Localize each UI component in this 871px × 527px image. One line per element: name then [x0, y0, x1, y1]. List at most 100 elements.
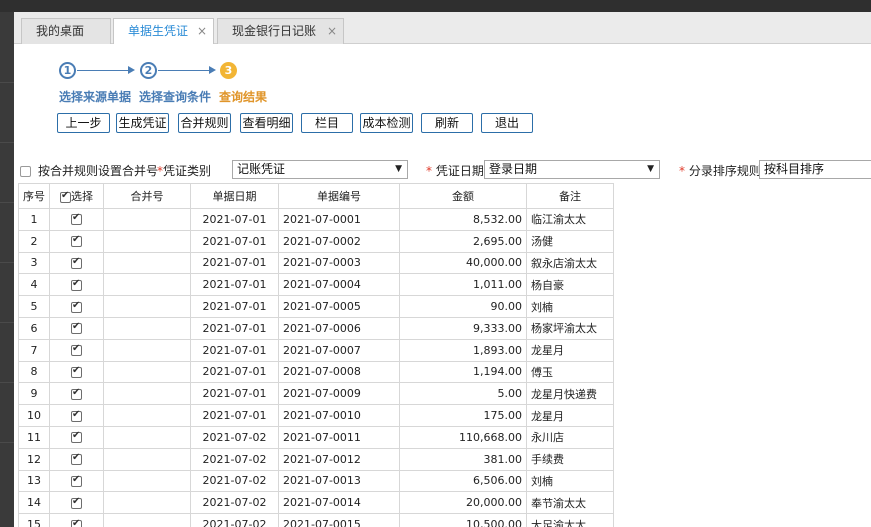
cell-note: 龙星月 [526, 404, 614, 427]
chevron-down-icon: ▼ [395, 164, 402, 174]
row-select-checkbox[interactable] [71, 365, 82, 378]
row-select-checkbox[interactable] [71, 321, 82, 335]
cell-seq: 1 [18, 208, 50, 231]
table-row[interactable]: 3 2021-07-012021-07-000340,000.00叙永店渝太太 [18, 251, 614, 275]
cell-select[interactable] [49, 208, 104, 231]
cell-select[interactable] [49, 425, 104, 449]
cell-doc-date: 2021-07-01 [190, 382, 279, 406]
cost-check-button[interactable]: 成本检测 [360, 113, 413, 133]
merge-rule-button[interactable]: 合并规则 [178, 113, 231, 133]
cell-seq: 14 [18, 491, 50, 515]
tab-document-to-voucher[interactable]: 单据生凭证 × [113, 18, 214, 45]
row-select-checkbox[interactable] [71, 234, 82, 248]
voucher-date-value: 登录日期 [489, 162, 538, 176]
voucher-date-select[interactable]: 登录日期 ▼ [484, 160, 660, 179]
select-all-checkbox[interactable] [60, 190, 71, 203]
main-content: 1 2 3 选择来源单据 选择查询条件 查询结果 上一步 生成凭证 合并规则 查… [14, 44, 871, 527]
cell-note: 傅玉 [526, 360, 614, 384]
close-icon[interactable]: × [197, 19, 207, 43]
merge-rule-checkbox[interactable] [20, 166, 31, 177]
generate-voucher-button[interactable]: 生成凭证 [116, 113, 169, 133]
cell-merge-no [103, 360, 191, 384]
voucher-type-label: *凭证类别 [157, 162, 211, 179]
table-row[interactable]: 5 2021-07-012021-07-000590.00刘楠 [18, 295, 614, 318]
table-row[interactable]: 2 2021-07-012021-07-00022,695.00汤健 [18, 229, 614, 253]
arrow-right-icon [128, 66, 135, 74]
cell-select[interactable] [49, 469, 104, 493]
table-row[interactable]: 14 2021-07-022021-07-001420,000.00奉节渝太太 [18, 491, 614, 515]
cell-select[interactable] [49, 382, 104, 406]
cell-merge-no [103, 425, 191, 449]
row-select-checkbox[interactable] [71, 409, 82, 422]
cell-doc-no: 2021-07-0003 [278, 251, 400, 275]
table-row[interactable]: 10 2021-07-012021-07-0010175.00龙星月 [18, 404, 614, 427]
cell-merge-no [103, 316, 191, 340]
voucher-type-select[interactable]: 记账凭证 ▼ [232, 160, 408, 179]
column-header-select[interactable]: 选择 [49, 183, 104, 209]
cell-doc-date: 2021-07-02 [190, 513, 279, 527]
cell-amount: 175.00 [399, 404, 527, 427]
cell-doc-no: 2021-07-0010 [278, 404, 400, 427]
column-header-select-label: 选择 [71, 190, 93, 203]
table-row[interactable]: 9 2021-07-012021-07-00095.00龙星月快递费 [18, 382, 614, 406]
table-row[interactable]: 13 2021-07-022021-07-00136,506.00刘楠 [18, 469, 614, 493]
row-select-checkbox[interactable] [71, 430, 82, 444]
cell-select[interactable] [49, 316, 104, 340]
cell-select[interactable] [49, 360, 104, 384]
voucher-type-label-text: 凭证类别 [163, 164, 212, 178]
cell-seq: 15 [18, 513, 50, 527]
cell-select[interactable] [49, 273, 104, 297]
exit-button[interactable]: 退出 [481, 113, 533, 133]
row-select-checkbox[interactable] [71, 496, 82, 509]
row-select-checkbox[interactable] [71, 343, 82, 357]
cell-seq: 13 [18, 469, 50, 493]
row-select-checkbox[interactable] [71, 256, 82, 269]
columns-button[interactable]: 栏目 [301, 113, 353, 133]
table-row[interactable]: 11 2021-07-022021-07-0011110,668.00永川店 [18, 425, 614, 449]
tab-cash-bank-journal[interactable]: 现金银行日记账 × [217, 18, 344, 44]
table-row[interactable]: 4 2021-07-012021-07-00041,011.00杨自豪 [18, 273, 614, 297]
refresh-button[interactable]: 刷新 [421, 113, 473, 133]
cell-select[interactable] [49, 338, 104, 362]
close-icon[interactable]: × [327, 19, 337, 43]
voucher-source-table: 序号 选择 合并号 单据日期 单据编号 金额 备注 12021-07-01202… [18, 183, 614, 527]
cell-seq: 3 [18, 251, 50, 275]
table-row[interactable]: 7 2021-07-012021-07-00071,893.00龙星月 [18, 338, 614, 362]
row-select-checkbox[interactable] [71, 212, 82, 226]
row-select-checkbox[interactable] [71, 452, 82, 466]
cell-select[interactable] [49, 251, 104, 275]
cell-select[interactable] [49, 513, 104, 527]
row-select-checkbox[interactable] [71, 518, 82, 527]
cell-select[interactable] [49, 404, 104, 427]
cell-merge-no [103, 208, 191, 231]
cell-note: 奉节渝太太 [526, 491, 614, 515]
cell-merge-no [103, 251, 191, 275]
table-row[interactable]: 1 2021-07-012021-07-00018,532.00临江渝太太 [18, 208, 614, 231]
cell-seq: 9 [18, 382, 50, 406]
cell-select[interactable] [49, 229, 104, 253]
row-select-checkbox[interactable] [71, 387, 82, 400]
cell-merge-no [103, 491, 191, 515]
view-details-button[interactable]: 查看明细 [240, 113, 293, 133]
cell-doc-no: 2021-07-0007 [278, 338, 400, 362]
cell-select[interactable] [49, 295, 104, 318]
table-row[interactable]: 15 2021-07-022021-07-001510,500.00大足渝太太 [18, 513, 614, 527]
sort-rule-select[interactable]: 按科目排序 [759, 160, 871, 179]
cell-seq: 12 [18, 447, 50, 471]
step-1-circle: 1 [59, 62, 76, 79]
row-select-checkbox[interactable] [71, 278, 82, 291]
cell-select[interactable] [49, 447, 104, 471]
previous-step-button[interactable]: 上一步 [57, 113, 110, 133]
table-row[interactable]: 6 2021-07-012021-07-00069,333.00杨家坪渝太太 [18, 316, 614, 340]
cell-amount: 20,000.00 [399, 491, 527, 515]
table-row[interactable]: 8 2021-07-012021-07-00081,194.00傅玉 [18, 360, 614, 384]
row-select-checkbox[interactable] [71, 300, 82, 313]
tab-my-desktop[interactable]: 我的桌面 [21, 18, 111, 44]
required-mark: * [426, 164, 432, 178]
table-row[interactable]: 12 2021-07-022021-07-0012381.00手续费 [18, 447, 614, 471]
row-select-checkbox[interactable] [71, 474, 82, 487]
step-3-circle: 3 [220, 62, 237, 79]
cell-merge-no [103, 295, 191, 318]
cell-select[interactable] [49, 491, 104, 515]
cell-note: 刘楠 [526, 295, 614, 318]
